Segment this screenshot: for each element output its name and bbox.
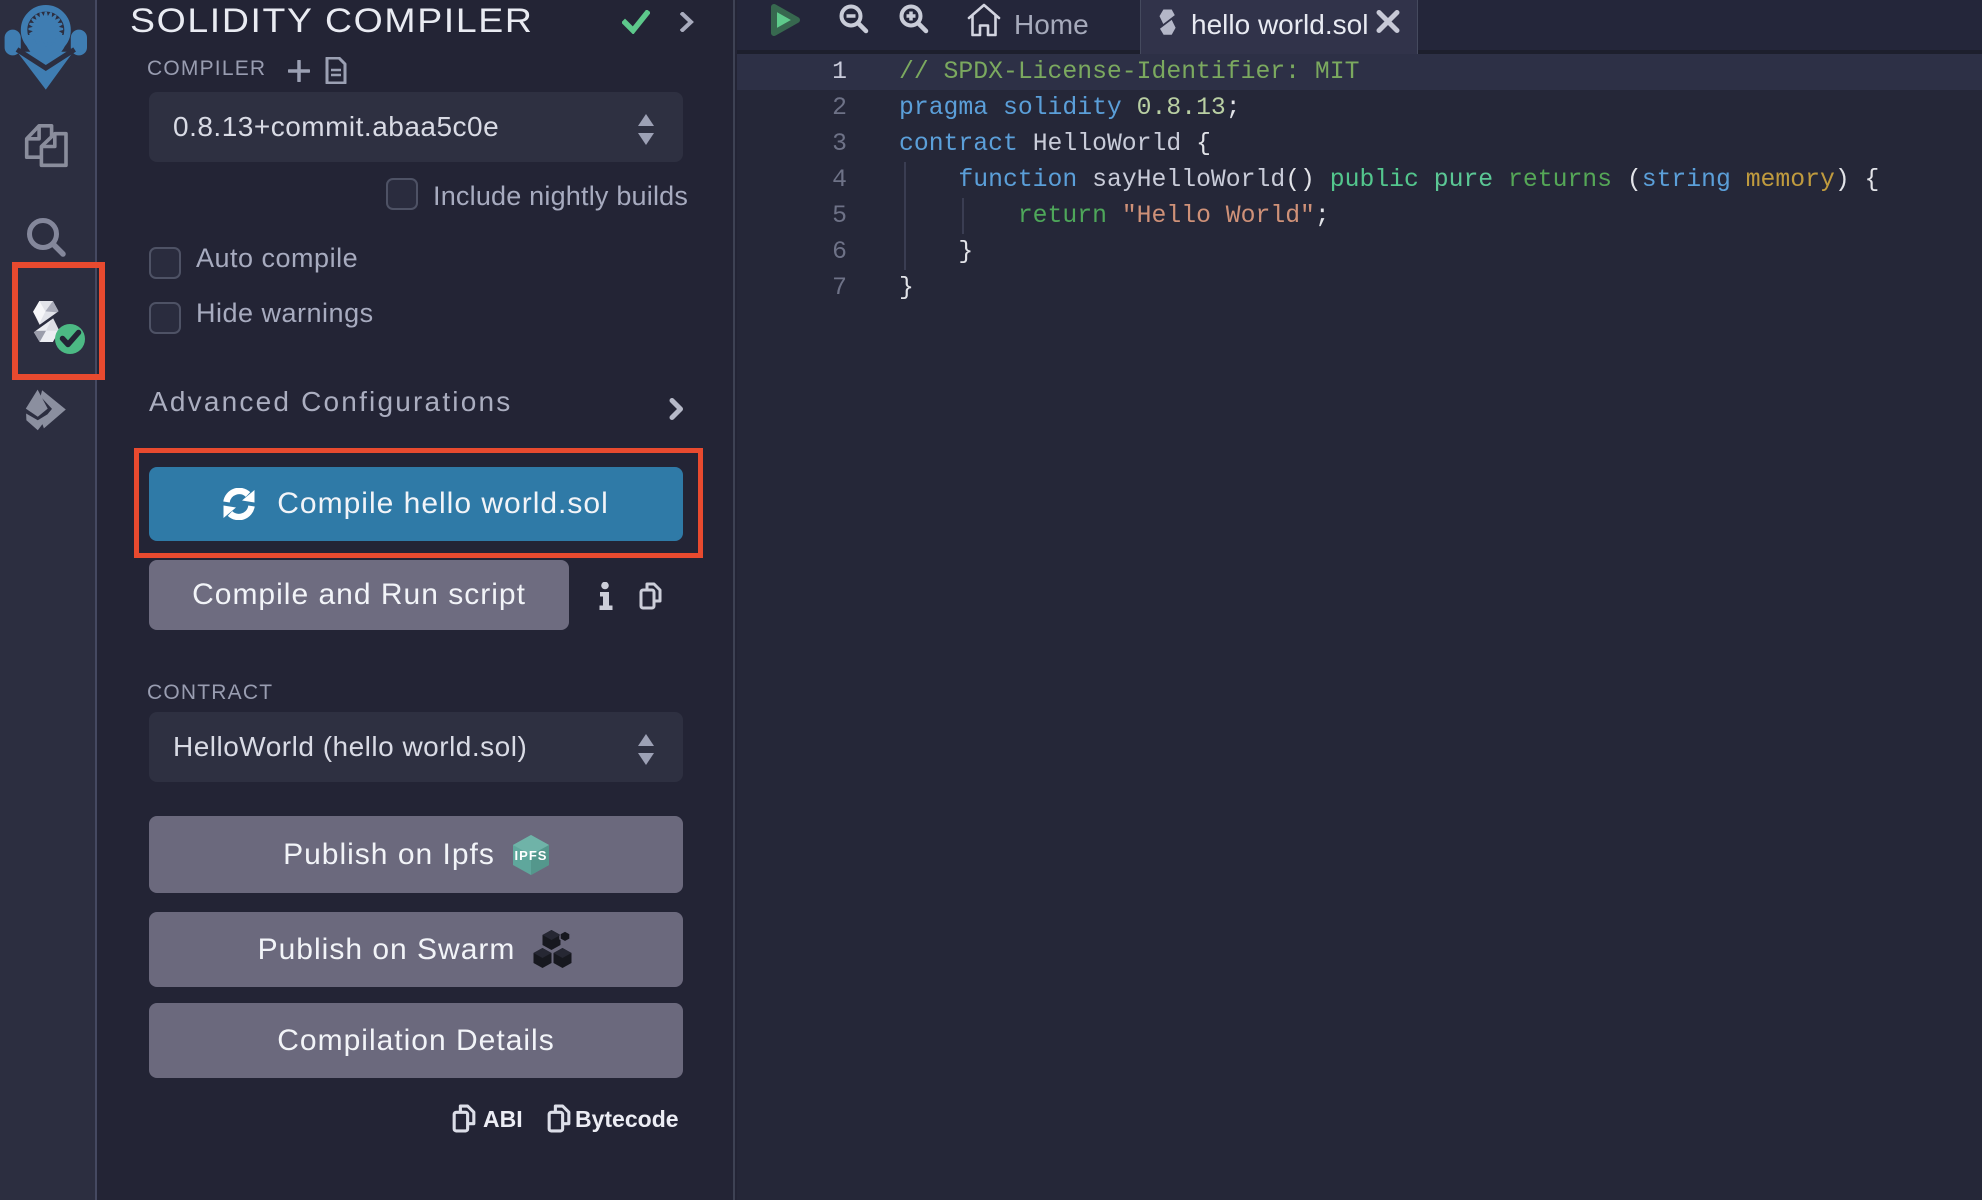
svg-text:IPFS: IPFS (514, 848, 547, 863)
